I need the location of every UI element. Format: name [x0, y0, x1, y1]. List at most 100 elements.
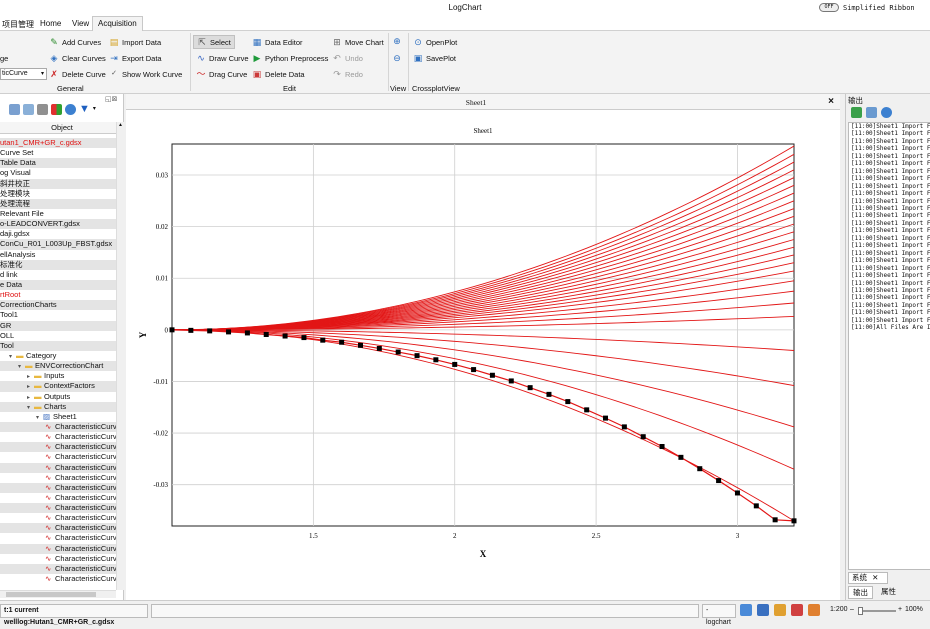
tree-item[interactable]: ∿CharacteristicCurve1: [0, 523, 116, 534]
select-tool-button[interactable]: ⇱ Select: [193, 35, 235, 49]
tree-item[interactable]: ▾ ▬ Charts: [0, 401, 116, 412]
tree-item[interactable]: ∿CharacteristicCurve3: [0, 452, 116, 462]
tree-item[interactable]: Curve Set: [0, 148, 116, 158]
tree-item[interactable]: ▸ ▬ Inputs: [0, 371, 116, 381]
chevron-right-icon[interactable]: ▸: [27, 393, 34, 402]
color-icon[interactable]: [51, 104, 62, 115]
simplified-ribbon-toggle[interactable]: OFF Simplified Ribbon: [819, 3, 915, 12]
drag-curve-button[interactable]: 〜 Drag Curve: [196, 69, 247, 79]
tab-properties[interactable]: 属性: [881, 586, 896, 599]
tree-item[interactable]: ∿CharacteristicCurve1: [0, 432, 116, 442]
open-icon[interactable]: [23, 104, 34, 115]
tree-item[interactable]: ellAnalysis: [0, 250, 116, 260]
redo-button[interactable]: ↷ Redo: [332, 69, 363, 79]
scroll-thumb[interactable]: [6, 592, 96, 597]
move-chart-button[interactable]: ⊞ Move Chart: [332, 37, 384, 47]
undo-button[interactable]: ↶ Undo: [332, 53, 363, 63]
grid-icon[interactable]: [37, 104, 48, 115]
tree-item[interactable]: Relevant File: [0, 209, 116, 219]
add-curves-button[interactable]: ✎ Add Curves: [49, 37, 101, 47]
tree-item[interactable]: GR: [0, 320, 116, 331]
chevron-down-icon[interactable]: ▾: [18, 362, 25, 371]
open-plot-button[interactable]: ⊙ OpenPlot: [413, 37, 457, 47]
tree-item[interactable]: e Data: [0, 279, 116, 291]
tree-item[interactable]: ∿CharacteristicCurve1: [0, 543, 116, 554]
zoom-in-icon[interactable]: +: [898, 606, 902, 613]
tree-item[interactable]: og Visual: [0, 168, 116, 178]
copy-icon[interactable]: [866, 107, 877, 118]
export-icon[interactable]: [808, 604, 820, 616]
chevron-down-icon[interactable]: ▾: [93, 104, 96, 120]
show-work-curve-toggle[interactable]: ✓ Show Work Curve: [109, 69, 182, 79]
tree-item[interactable]: 处理流程: [0, 198, 116, 209]
tree-item[interactable]: ∿CharacteristicCurve5: [0, 473, 116, 483]
tree-item[interactable]: ∿CharacteristicCurve6: [0, 482, 116, 493]
chevron-right-icon[interactable]: ▸: [27, 382, 34, 391]
tab-output[interactable]: 输出: [848, 586, 873, 599]
tree-item[interactable]: ▾ ▨ Sheet1: [0, 412, 116, 422]
chart-canvas[interactable]: 1.5 2 2.5 3 -0.03 -0.02 -0.01 0 0.01 0.02 0.03 Shee…: [126, 110, 840, 600]
panel-float-icon[interactable]: ◱⊠: [105, 95, 117, 103]
tree-item[interactable]: ConCu_R01_L003Up_FBST.gdsx: [0, 239, 116, 250]
save-plot-button[interactable]: ▣ SavePlot: [413, 53, 456, 63]
delete-curve-button[interactable]: ✗ Delete Curve: [49, 69, 106, 79]
tree-item[interactable]: ∿CharacteristicCurve1: [0, 554, 116, 564]
tree-item[interactable]: ∿CharacteristicCurve1: [0, 533, 116, 543]
sheet-tab-title[interactable]: Sheet1: [126, 98, 826, 107]
layout-icon[interactable]: [757, 604, 769, 616]
tree-item[interactable]: o-LEADCONVERT.gdsx: [0, 219, 116, 230]
record-icon[interactable]: [791, 604, 803, 616]
import-data-button[interactable]: ▤ Import Data: [109, 37, 161, 47]
tree-item[interactable]: ∿ CharacteristicCurve: [0, 421, 116, 433]
chevron-down-icon[interactable]: ▾: [27, 403, 34, 412]
scroll-up-icon[interactable]: ▲: [117, 122, 124, 130]
tree-item[interactable]: 标准化: [0, 259, 116, 270]
delete-data-button[interactable]: ▣ Delete Data: [252, 69, 305, 79]
data-editor-button[interactable]: ▦ Data Editor: [252, 37, 303, 47]
toggle-switch[interactable]: OFF: [819, 3, 839, 12]
tree-item[interactable]: daji.gdsx: [0, 229, 116, 239]
tree-item[interactable]: 斜井校正: [0, 178, 116, 189]
tree-item[interactable]: ∿CharacteristicCurve4: [0, 462, 116, 473]
tree-item[interactable]: Tool: [0, 340, 116, 351]
close-sheet-icon[interactable]: ×: [828, 96, 834, 107]
tree-item[interactable]: utan1_CMR+GR_c.gdsx: [0, 138, 116, 149]
draw-curve-button[interactable]: ∿ Draw Curve: [196, 53, 248, 63]
filter-icon[interactable]: ▼: [79, 104, 90, 120]
zoom-out-button[interactable]: ⊖: [392, 53, 402, 63]
zoom-out-icon[interactable]: –: [850, 606, 854, 613]
tree-item[interactable]: ∿CharacteristicCurve7: [0, 493, 116, 503]
tree-item[interactable]: d link: [0, 270, 116, 280]
fit-icon[interactable]: [740, 604, 752, 616]
system-tab[interactable]: 系统 ✕: [848, 572, 888, 584]
chevron-down-icon[interactable]: ▾: [9, 352, 16, 361]
tree-item[interactable]: ∿CharacteristicCurve8: [0, 503, 116, 514]
tree-item[interactable]: rtRoot: [0, 290, 116, 300]
tree-item[interactable]: ▾ ▬ ENVCorrectionChart: [0, 361, 116, 372]
tree-item[interactable]: ∿CharacteristicCurve9: [0, 513, 116, 523]
menu-acquisition[interactable]: Acquisition: [92, 16, 143, 31]
tree-item[interactable]: OLL: [0, 331, 116, 341]
chart-svg[interactable]: 1.5 2 2.5 3 -0.03 -0.02 -0.01 0 0.01 0.02 0.03 Shee…: [126, 110, 840, 600]
close-icon[interactable]: ✕: [872, 573, 878, 582]
tree-item[interactable]: CorrectionCharts: [0, 300, 116, 311]
tree-horizontal-scrollbar[interactable]: [0, 590, 116, 598]
new-icon[interactable]: [9, 104, 20, 115]
zoom-slider-track[interactable]: [858, 607, 896, 615]
export-data-button[interactable]: ⇥ Export Data: [109, 53, 161, 63]
chevron-down-icon[interactable]: ▾: [36, 413, 43, 422]
tree-item[interactable]: Tool1: [0, 310, 116, 320]
tree-item[interactable]: ∿CharacteristicCurve1: [0, 563, 116, 575]
tree-item[interactable]: Table Data: [0, 158, 116, 169]
tree-item[interactable]: ▸ ▬ ContextFactors: [0, 381, 116, 392]
menu-project-management[interactable]: 项目管理: [2, 19, 34, 30]
zoom-slider-thumb[interactable]: [858, 607, 863, 615]
tree-item[interactable]: 处理模块: [0, 189, 116, 199]
curve-type-combo[interactable]: ticCurve ▾: [0, 68, 47, 80]
menu-home[interactable]: Home: [40, 19, 61, 28]
tree-item[interactable]: ▾ ▬ Category: [0, 351, 116, 361]
zoom-in-button[interactable]: ⊕: [392, 36, 402, 46]
refresh-icon[interactable]: [881, 107, 892, 118]
tree-item[interactable]: ∿CharacteristicCurve2: [0, 442, 116, 453]
check-icon[interactable]: [851, 107, 862, 118]
